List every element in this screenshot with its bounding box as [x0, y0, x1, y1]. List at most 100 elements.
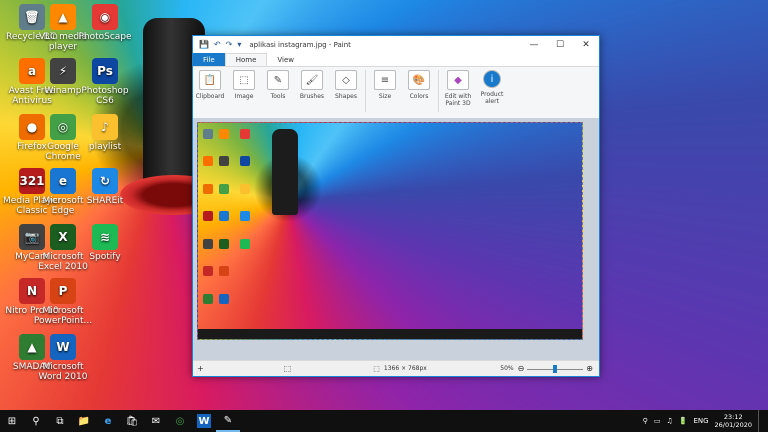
- paint-icon[interactable]: ✎: [216, 410, 240, 432]
- canvas-thumbnail-icon: [203, 294, 213, 304]
- canvas-thumbnail-icon: [203, 129, 213, 139]
- volume-icon[interactable]: ♫: [666, 417, 672, 425]
- ribbon-image-button[interactable]: ⬚ Image: [229, 70, 259, 100]
- save-icon[interactable]: 💾: [199, 40, 209, 49]
- ribbon-product-alert-button[interactable]: i Product alert: [477, 70, 507, 105]
- undo-icon[interactable]: ↶: [214, 40, 221, 49]
- chrome-icon[interactable]: ◎: [168, 410, 192, 432]
- clock[interactable]: 23:12 26/01/2020: [715, 413, 752, 429]
- ribbon-shapes-button[interactable]: ◇ Shapes: [331, 70, 361, 100]
- task-view-button[interactable]: ⧉: [48, 410, 72, 432]
- tab-view[interactable]: View: [267, 53, 304, 66]
- word-icon[interactable]: W: [197, 414, 211, 428]
- app-icon: P: [50, 278, 76, 304]
- ribbon-tools-button[interactable]: ✎ Tools: [263, 70, 293, 100]
- desktop-icon-photoscape[interactable]: ◉ PhotoScape: [75, 4, 135, 42]
- start-button[interactable]: ⊞: [0, 410, 24, 432]
- canvas-thumbnail-icon: [239, 184, 250, 194]
- canvas-area: [193, 118, 599, 361]
- product-alert-icon: i: [483, 70, 501, 88]
- ribbon-button-label: Image: [234, 93, 254, 100]
- language-indicator[interactable]: ENG: [693, 417, 708, 425]
- colors-icon: 🎨: [408, 70, 430, 90]
- zoom-percentage: 50%: [500, 365, 514, 372]
- status-bar: + ⬚ ⬚ 1366 × 768px 50% ⊖ ⊕: [193, 360, 599, 376]
- desktop-icon-label: Photoshop CS6: [81, 86, 129, 106]
- file-explorer-icon[interactable]: 📁: [72, 410, 96, 432]
- clock-date: 26/01/2020: [714, 421, 752, 429]
- tab-file[interactable]: File: [193, 53, 225, 66]
- system-tray: ⚲ ▭ ♫ 🔋 ENG 23:12 26/01/2020: [643, 410, 768, 432]
- zoom-slider[interactable]: [527, 364, 584, 373]
- window-controls: — ☐ ✕: [521, 40, 599, 50]
- tab-home[interactable]: Home: [224, 53, 268, 66]
- desktop-icon-label: PhotoScape: [78, 32, 132, 42]
- app-icon: ▲: [50, 4, 76, 30]
- maximize-button[interactable]: ☐: [547, 40, 573, 50]
- paint-window: 💾 ↶ ↷ ▾ aplikasi instagram.jpg - Paint —…: [192, 35, 600, 377]
- store-icon[interactable]: 🛍: [120, 410, 144, 432]
- ribbon-brushes-button[interactable]: 🖌 Brushes: [297, 70, 327, 100]
- ribbon-clipboard-button[interactable]: 📋 Clipboard: [195, 70, 225, 100]
- edge-icon[interactable]: e: [96, 410, 120, 432]
- size-icon: ≡: [374, 70, 396, 90]
- canvas-thumbnail-icon: [218, 294, 229, 304]
- mail-icon[interactable]: ✉: [144, 410, 168, 432]
- brushes-icon: 🖌: [301, 70, 323, 90]
- canvas-thumbnail-icon: [239, 129, 250, 139]
- desktop-icon-microsoft-word-2010[interactable]: W Microsoft Word 2010: [33, 334, 93, 382]
- people-icon[interactable]: ⚲: [643, 417, 648, 425]
- ribbon-button-label: Colors: [409, 93, 429, 100]
- canvas-thumbnail-icon: [239, 239, 250, 249]
- image-dimensions: 1366 × 768px: [383, 365, 427, 372]
- network-icon[interactable]: ▭: [654, 417, 661, 425]
- canvas-thumbnail-icon: [203, 156, 213, 166]
- customize-quick-access-icon[interactable]: ▾: [237, 40, 241, 49]
- app-icon: Ps: [92, 58, 118, 84]
- desktop-icon-playlist[interactable]: ♪ playlist: [75, 114, 135, 152]
- ribbon-button-label: Product alert: [480, 91, 504, 105]
- ribbon-tabs: File Home View: [193, 53, 599, 67]
- close-button[interactable]: ✕: [573, 40, 599, 50]
- zoom-out-button[interactable]: ⊖: [518, 364, 525, 373]
- app-icon: ≋: [92, 224, 118, 250]
- canvas-thumbnail-icon: [218, 266, 229, 276]
- desktop-icon-shareit[interactable]: ↻ SHAREit: [75, 168, 135, 206]
- canvas-thumbnail-icon: [203, 239, 213, 249]
- ribbon-separator: [365, 70, 366, 112]
- redo-icon[interactable]: ↷: [226, 40, 233, 49]
- ribbon-button-label: Shapes: [335, 93, 357, 100]
- canvas-thumbnail-icon: [203, 266, 213, 276]
- battery-icon[interactable]: 🔋: [679, 417, 688, 425]
- taskbar: ⊞ ⚲ ⧉ 📁 e 🛍 ✉ ◎ W ✎ ⚲ ▭ ♫ 🔋 ENG 23:12 26…: [0, 410, 768, 432]
- app-icon: ♪: [92, 114, 118, 140]
- show-desktop-button[interactable]: [758, 410, 762, 432]
- clock-time: 23:12: [723, 413, 743, 421]
- zoom-slider-thumb[interactable]: [553, 364, 558, 373]
- desktop-icon-spotify[interactable]: ≋ Spotify: [75, 224, 135, 262]
- window-title: aplikasi instagram.jpg - Paint: [249, 40, 351, 49]
- image-canvas[interactable]: [197, 122, 583, 340]
- edit-with-paint-3d-icon: ◆: [447, 70, 469, 90]
- quick-access-toolbar: 💾 ↶ ↷ ▾: [193, 40, 241, 49]
- canvas-umbrella-pole: [272, 129, 298, 215]
- ribbon-edit-with-paint-3d-button[interactable]: ◆ Edit with Paint 3D: [443, 70, 473, 107]
- desktop-icon-microsoft-powerpoint[interactable]: P Microsoft PowerPoint...: [33, 278, 93, 326]
- canvas-thumbnail-icon: [239, 211, 250, 221]
- canvas-thumbnail-icon: [218, 211, 229, 221]
- canvas-thumbnail-icon: [218, 239, 229, 249]
- desktop-icon-label: Spotify: [89, 252, 121, 262]
- ribbon-button-label: Size: [378, 93, 392, 100]
- ribbon: 📋 Clipboard ⬚ Image ✎ Tools 🖌 Brushes ◇ Shapes ≡ Si…: [193, 67, 599, 119]
- add-icon: +: [197, 364, 204, 373]
- desktop-icon-label: playlist: [88, 142, 122, 152]
- title-bar: 💾 ↶ ↷ ▾ aplikasi instagram.jpg - Paint —…: [193, 36, 599, 53]
- desktop-icon-photoshop-cs6[interactable]: Ps Photoshop CS6: [75, 58, 135, 106]
- ribbon-separator: [438, 70, 439, 112]
- ribbon-button-label: Edit with Paint 3D: [444, 93, 472, 107]
- ribbon-colors-button[interactable]: 🎨 Colors: [404, 70, 434, 100]
- ribbon-size-button[interactable]: ≡ Size: [370, 70, 400, 100]
- search-button[interactable]: ⚲: [24, 410, 48, 432]
- zoom-in-button[interactable]: ⊕: [586, 364, 593, 373]
- minimize-button[interactable]: —: [521, 40, 547, 50]
